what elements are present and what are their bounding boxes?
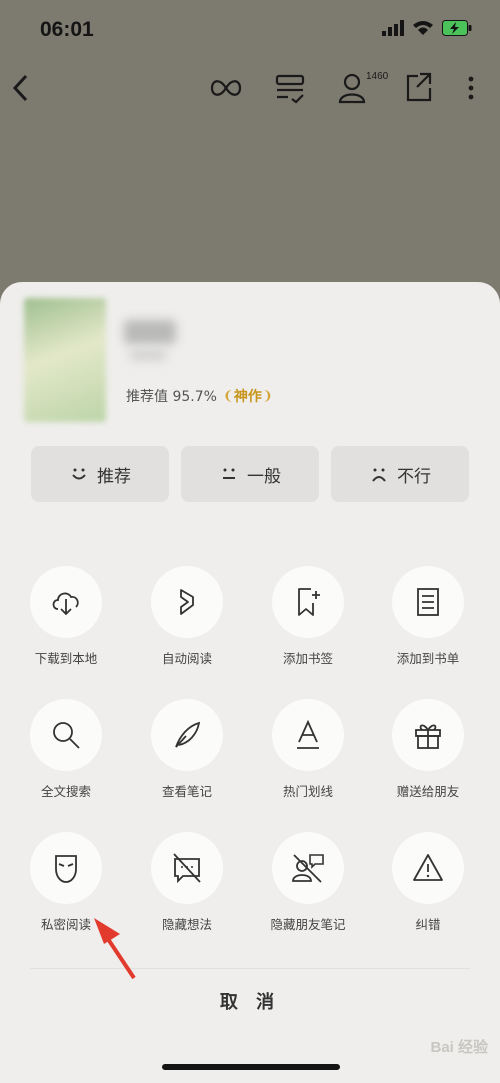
hide-friend-notes-button[interactable]: 隐藏朋友笔记 xyxy=(248,832,368,933)
add-bookmark-circle xyxy=(272,566,344,638)
battery-icon xyxy=(442,20,472,36)
infinity-icon[interactable] xyxy=(210,70,242,106)
report-error-label: 纠错 xyxy=(415,917,441,932)
mask-icon xyxy=(55,855,77,883)
cancel-button[interactable]: 取 消 xyxy=(0,988,500,1014)
view-notes-button[interactable]: 查看笔记 xyxy=(127,699,247,800)
wifi-icon xyxy=(413,21,433,35)
add-to-booklist-label: 添加到书单 xyxy=(396,651,460,666)
popular-highlights-label: 热门划线 xyxy=(282,784,333,799)
bookmark-add-icon xyxy=(298,588,320,616)
auto-read-circle xyxy=(151,566,223,638)
download-local-label: 下载到本地 xyxy=(34,651,98,666)
auto-read-button[interactable]: 自动阅读 xyxy=(127,566,247,667)
feather-icon xyxy=(175,721,201,748)
rate-recommend-button[interactable]: 推荐 xyxy=(31,446,169,502)
rate-bad-label: 不行 xyxy=(397,466,431,487)
hide-friends-icon xyxy=(292,854,324,883)
report-error-button[interactable]: 纠错 xyxy=(368,832,488,933)
smile-face-icon xyxy=(72,468,86,480)
private-reading-circle xyxy=(30,832,102,904)
download-local-button[interactable]: 下载到本地 xyxy=(6,566,126,667)
add-bookmark-button[interactable]: 添加书签 xyxy=(248,566,368,667)
share-icon[interactable] xyxy=(404,70,432,106)
hide-friend-notes-label: 隐藏朋友笔记 xyxy=(270,917,346,932)
gift-icon xyxy=(415,724,441,749)
view-notes-circle xyxy=(151,699,223,771)
book-author-blurred xyxy=(130,350,166,360)
book-cover xyxy=(24,298,106,422)
add-to-booklist-circle xyxy=(392,566,464,638)
masterpiece-badge: ❨ 神作 ❩ xyxy=(223,386,273,406)
reader-toolbar xyxy=(0,60,500,120)
badge-text: 神作 xyxy=(233,389,262,405)
status-time: 06:01 xyxy=(40,18,94,41)
report-error-circle xyxy=(392,832,464,904)
recommend-value: 推荐值 95.7% ❨ 神作 ❩ xyxy=(126,386,273,406)
rate-average-label: 一般 xyxy=(247,466,281,487)
popular-highlights-circle xyxy=(272,699,344,771)
reader-count: 1460 xyxy=(366,71,389,82)
full-text-search-circle xyxy=(30,699,102,771)
hide-thoughts-circle xyxy=(151,832,223,904)
view-notes-label: 查看笔记 xyxy=(161,784,212,799)
auto-read-icon xyxy=(180,589,194,615)
book-title-blurred xyxy=(124,320,176,344)
gift-to-friend-circle xyxy=(392,699,464,771)
home-indicator[interactable] xyxy=(162,1064,340,1070)
hide-thoughts-button[interactable]: 隐藏想法 xyxy=(127,832,247,933)
status-bar: 06:01 xyxy=(0,0,500,60)
rate-average-button[interactable]: 一般 xyxy=(181,446,319,502)
signal-icon xyxy=(382,20,404,36)
rate-bad-button[interactable]: 不行 xyxy=(331,446,469,502)
auto-read-label: 自动阅读 xyxy=(161,651,212,666)
underline-a-icon xyxy=(297,719,319,749)
sad-face-icon xyxy=(372,468,386,482)
laurel-right-icon: ❩ xyxy=(261,388,273,404)
add-bookmark-label: 添加书签 xyxy=(282,651,333,666)
hide-thought-icon xyxy=(173,853,201,884)
search-icon xyxy=(53,722,80,749)
add-to-booklist-button[interactable]: 添加到书单 xyxy=(368,566,488,667)
back-icon[interactable] xyxy=(10,70,30,106)
action-sheet: 推荐值 95.7% ❨ 神作 ❩ 推荐 一般 不行 下载到本地 自动阅读 添加书… xyxy=(0,282,500,1083)
annotation-arrow-icon xyxy=(94,918,136,980)
catalog-icon[interactable] xyxy=(274,70,306,106)
status-icons xyxy=(382,20,472,36)
neutral-face-icon xyxy=(223,468,235,479)
hide-friend-notes-circle xyxy=(272,832,344,904)
cloud-download-icon xyxy=(52,592,79,616)
download-local-circle xyxy=(30,566,102,638)
gift-to-friend-button[interactable]: 赠送给朋友 xyxy=(368,699,488,800)
more-icon[interactable] xyxy=(464,70,478,106)
warning-icon xyxy=(413,854,443,881)
rate-recommend-label: 推荐 xyxy=(97,466,131,487)
watermark: Bai 经验 xyxy=(430,1039,488,1056)
full-text-search-label: 全文搜索 xyxy=(40,784,91,799)
laurel-left-icon: ❨ xyxy=(222,388,234,404)
full-text-search-button[interactable]: 全文搜索 xyxy=(6,699,126,800)
popular-highlights-button[interactable]: 热门划线 xyxy=(248,699,368,800)
booklist-icon xyxy=(417,588,439,616)
gift-to-friend-label: 赠送给朋友 xyxy=(396,784,460,799)
recommend-value-text: 推荐值 95.7% xyxy=(126,389,217,405)
hide-thoughts-label: 隐藏想法 xyxy=(161,917,212,932)
